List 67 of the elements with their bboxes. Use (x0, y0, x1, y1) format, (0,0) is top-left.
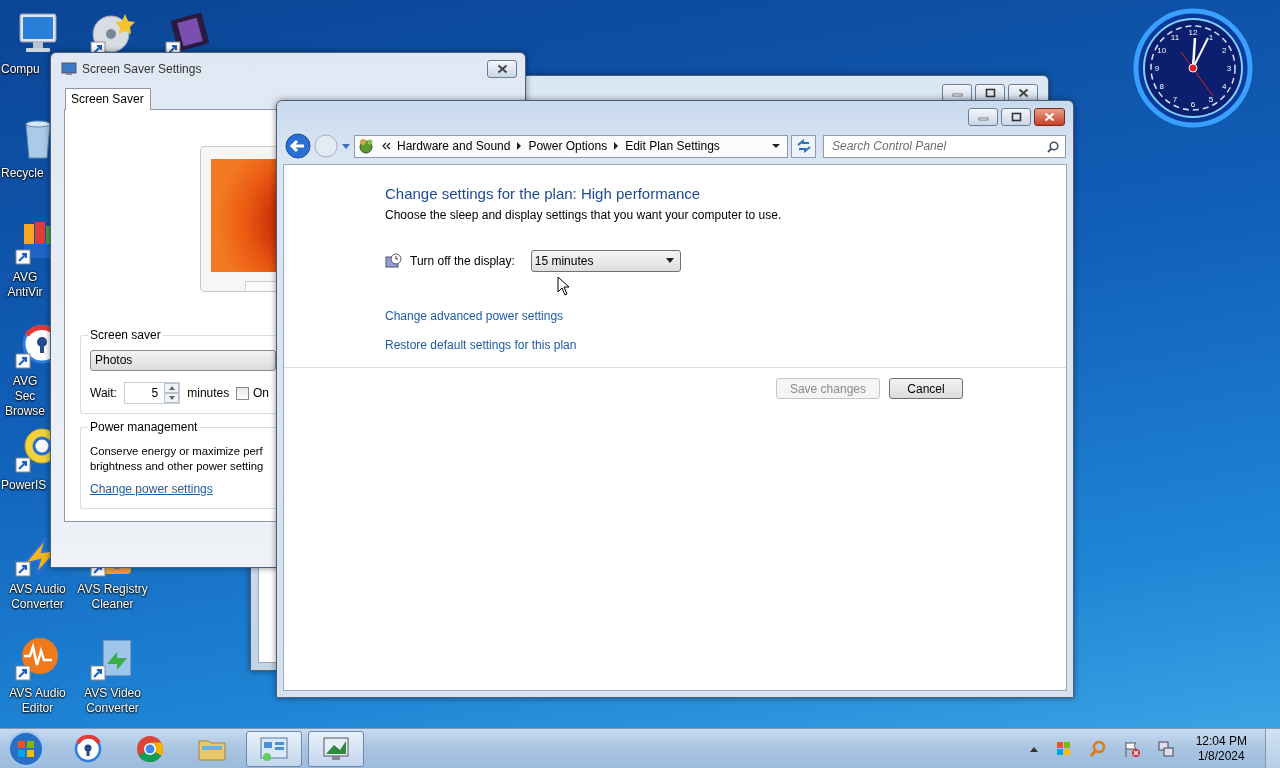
dropdown[interactable]: Photos (90, 350, 276, 371)
group-label: Screen saver (89, 328, 162, 342)
app-icon (357, 137, 375, 155)
start-button[interactable] (6, 728, 46, 768)
settings-link[interactable]: Change advanced power settings (385, 309, 564, 323)
monitor-icon (61, 61, 77, 76)
window-title: Screen Saver Settings (82, 61, 202, 76)
wait-label: Wait: (90, 386, 117, 400)
flag-error-icon[interactable] (1122, 739, 1141, 758)
search-field[interactable]: Search Control Panel (823, 134, 1066, 158)
settings-link[interactable]: Restore default settings for this plan (385, 338, 577, 352)
setting-label: Turn off the display: (410, 253, 515, 268)
address-bar[interactable]: Hardware and Sound Power Options Edit Plan Settings (354, 134, 788, 158)
maximize-icon (984, 88, 996, 98)
desktop-icon-label[interactable]: AVS Registry Cleaner (75, 582, 150, 612)
dropdown[interactable]: 15 minutes (530, 249, 681, 272)
breadcrumb-arrow-icon[interactable] (613, 142, 620, 150)
desktop-icon-label[interactable]: AVS Video Converter (75, 686, 150, 716)
tab[interactable]: Screen Saver (65, 88, 151, 110)
checkbox[interactable] (236, 386, 249, 400)
maximize-button[interactable] (1001, 108, 1031, 126)
close-button[interactable] (1034, 108, 1065, 126)
page-heading: Change settings for the plan: High performance (385, 185, 701, 202)
clock-time[interactable]: 12:04 PM (1195, 733, 1247, 749)
breadcrumb-link[interactable]: Power Options (528, 139, 608, 153)
refresh-icon (795, 139, 812, 153)
taskbar-button[interactable] (308, 730, 364, 767)
spin-field[interactable]: 5 (123, 382, 181, 404)
desktop-icon-label[interactable]: AVS Audio Editor (0, 686, 75, 716)
unit-label: minutes (187, 386, 230, 400)
lock-circle-icon (72, 732, 104, 765)
description-text: Conserve energy or maximize perf (90, 444, 264, 459)
back-button[interactable] (285, 133, 311, 159)
spin-down-button[interactable] (164, 393, 180, 403)
clock-date[interactable]: 1/8/2024 (1197, 748, 1245, 764)
refresh-button[interactable] (791, 134, 816, 158)
caret-icon[interactable] (771, 143, 781, 149)
group-label: Power management (89, 420, 199, 434)
minimize-button[interactable] (968, 108, 998, 126)
desktop-icon-label[interactable]: Compu (1, 62, 40, 77)
cancel-button[interactable]: Cancel (889, 378, 963, 399)
close-icon (496, 63, 508, 74)
breadcrumb-link[interactable]: Hardware and Sound (397, 139, 511, 153)
description-text: brightness and other power setting (90, 459, 265, 474)
desktop-icon-label[interactable]: AVS Audio Converter (0, 582, 75, 612)
close-button[interactable] (487, 59, 517, 78)
breadcrumb-link[interactable]: Edit Plan Settings (625, 139, 720, 153)
caret-icon (665, 258, 674, 263)
desktop-icon-label[interactable]: PowerIS (1, 478, 47, 493)
breadcrumb-arrow-icon[interactable] (516, 142, 523, 150)
close-icon (1044, 112, 1055, 122)
network-icon[interactable] (1156, 739, 1175, 758)
maximize-icon (1010, 112, 1022, 122)
close-icon (1017, 88, 1029, 98)
desktop-icon-label[interactable]: AVG AntiVir (1, 270, 49, 300)
mouse-pointer-icon (557, 276, 571, 296)
change-power-settings-link[interactable]: Change power settings (90, 482, 213, 496)
desktop-icon-label[interactable]: AVG Sec Browse (1, 374, 49, 419)
monitor-clock-icon (385, 252, 402, 269)
chevron-icon (381, 141, 391, 151)
checkbox-label: On (253, 386, 269, 400)
clock-gadget: 12 1 2 3 4 5 6 7 8 9 10 11 (1133, 8, 1253, 128)
spin-up-button[interactable] (164, 383, 180, 393)
page-description: Choose the sleep and display settings that you want your computer to use. (385, 208, 782, 222)
search-icon (1047, 140, 1059, 153)
desktop-icon-label[interactable]: Recycle (1, 166, 44, 181)
taskbar-button[interactable] (246, 730, 302, 767)
